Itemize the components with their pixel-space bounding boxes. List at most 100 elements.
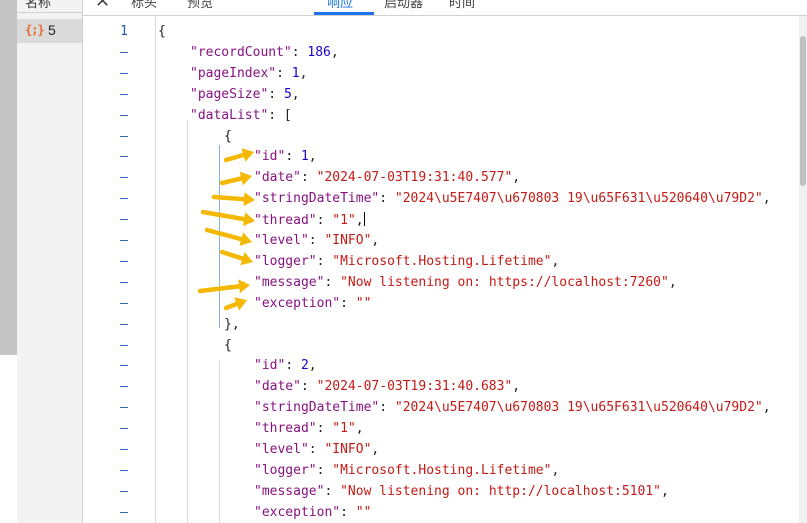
tab-response[interactable]: 响应 [327, 0, 353, 11]
json-token-str: "INFO" [324, 442, 372, 457]
json-token-key: "date" [254, 379, 301, 395]
json-token-str: "" [355, 504, 372, 520]
json-token-key: "logger" [254, 462, 317, 478]
code-line: "stringDateTime": "2024\u5E7407\u670803 … [254, 400, 771, 415]
json-token-str: "Now listening on: http://localhost:5101… [340, 483, 662, 499]
tab-initiator[interactable]: 启动器 [384, 0, 423, 11]
scrollbar-thumb[interactable] [800, 36, 806, 186]
json-token-pun: : [291, 44, 308, 60]
json-token-pun: : [285, 358, 301, 374]
json-token-pun: : [316, 213, 333, 229]
line-number: – [120, 337, 128, 353]
json-token-key: "id" [254, 358, 286, 374]
line-number: – [120, 212, 128, 228]
json-token-str: "1" [332, 213, 356, 229]
name-column-header[interactable]: 名称 [17, 0, 82, 13]
line-number: – [120, 107, 128, 123]
json-token-pun: { [224, 337, 232, 353]
json-token-pun: : [ [268, 107, 292, 123]
line-number: – [120, 233, 128, 248]
json-token-str: "Microsoft.Hosting.Lifetime" [332, 253, 552, 269]
json-token-num: 1 [300, 149, 309, 165]
tab-headers[interactable]: 标头 [131, 0, 157, 11]
line-number: – [120, 421, 128, 437]
line-number: – [120, 65, 128, 81]
json-token-pun: { [158, 24, 166, 39]
json-token-pun: : [316, 462, 333, 478]
json-token-pun: , [355, 213, 364, 229]
json-token-key: "logger" [254, 253, 317, 269]
code-line: "exception": "" [254, 296, 371, 311]
json-token-key: "recordCount" [190, 44, 292, 60]
json-token-pun: : [308, 233, 325, 248]
indent-guide [155, 16, 156, 523]
json-token-key: "level" [254, 442, 309, 457]
json-token-pun: }, [224, 316, 240, 332]
json-token-pun: , [512, 170, 521, 186]
line-number: – [120, 316, 128, 332]
line-number: 1 [120, 24, 128, 39]
line-number: – [120, 379, 128, 395]
indent-guide [219, 145, 220, 328]
line-number: – [120, 358, 128, 374]
json-token-key: "pageSize" [190, 86, 269, 102]
code-line: "stringDateTime": "2024\u5E7407\u670803 … [254, 191, 771, 206]
code-line: "date": "2024-07-03T19:31:40.683", [254, 379, 520, 394]
line-number: – [120, 442, 128, 457]
code-line: "message": "Now listening on: http://loc… [254, 484, 669, 499]
line-number: – [120, 86, 128, 102]
json-token-key: "level" [254, 233, 309, 248]
json-token-key: "thread" [254, 421, 317, 437]
code-line: "level": "INFO", [254, 442, 379, 457]
line-number: – [120, 170, 128, 186]
json-token-key: "thread" [254, 213, 317, 229]
code-line: "recordCount": 186, [190, 45, 339, 60]
response-code-view[interactable]: 1 { – "recordCount": 186, – "pageIndex": 1, – "… [83, 16, 807, 523]
json-token-pun: : [268, 86, 284, 102]
tab-preview[interactable]: 预览 [187, 0, 213, 11]
json-token-pun: : [300, 379, 317, 395]
code-line: "pageSize": 5, [190, 87, 300, 102]
close-icon[interactable]: ✕ [95, 0, 110, 12]
request-row[interactable]: {;} 5 [17, 19, 82, 43]
line-number: – [120, 149, 128, 165]
left-panel-strip [0, 0, 17, 355]
line-number: – [120, 128, 128, 144]
code-line: "logger": "Microsoft.Hosting.Lifetime", [254, 254, 559, 269]
json-token-pun: , [551, 462, 560, 478]
json-token-num: 5 [283, 86, 292, 102]
request-name-column: 名称 {;} 5 [17, 0, 83, 523]
json-token-pun: : [308, 442, 325, 457]
code-line: }, [224, 317, 240, 332]
json-token-pun: { [224, 128, 232, 144]
detail-tab-bar: ✕ 标头 预览 响应 启动器 时间 [83, 0, 807, 16]
line-number: – [120, 462, 128, 478]
json-token-pun: : [340, 504, 356, 520]
indent-guide [187, 120, 188, 523]
json-token-str: "2024-07-03T19:31:40.577" [316, 170, 513, 186]
json-token-pun: , [308, 149, 317, 165]
text-caret [363, 212, 365, 227]
line-number: – [120, 483, 128, 499]
json-token-key: "date" [254, 170, 301, 186]
code-line: "id": 2, [254, 358, 317, 373]
json-token-pun: , [355, 421, 364, 437]
json-token-num: 186 [307, 44, 331, 60]
json-token-key: "exception" [254, 295, 341, 311]
json-token-pun: : [379, 191, 395, 207]
json-token-str: "2024\u5E7407\u670803 19\u65F631\u520640… [394, 400, 763, 416]
json-token-pun: , [371, 233, 380, 248]
line-number: – [120, 400, 128, 416]
line-number: – [120, 253, 128, 269]
vertical-scrollbar[interactable] [799, 16, 807, 523]
json-token-pun: , [661, 483, 669, 499]
json-token-key: "pageIndex" [190, 65, 277, 81]
code-line: "thread": "1", [254, 421, 364, 436]
json-token-pun: : [316, 253, 333, 269]
json-token-pun: , [299, 65, 308, 81]
json-token-str: "" [355, 295, 372, 311]
json-token-pun: , [551, 253, 560, 269]
tab-timing[interactable]: 时间 [449, 0, 475, 11]
json-token-pun: : [285, 149, 301, 165]
indent-guide [219, 361, 220, 523]
